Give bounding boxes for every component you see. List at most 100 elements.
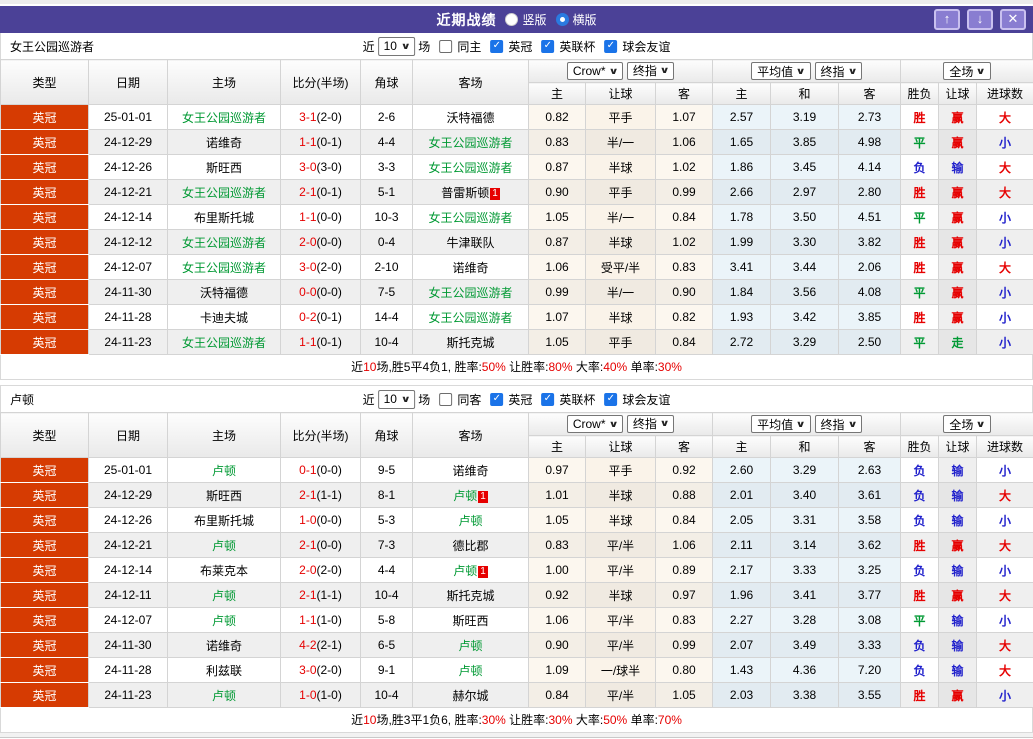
result-handicap-header: 让球 — [938, 435, 978, 458]
avg-home-odds-cell: 2.57 — [712, 104, 771, 130]
avg-away-odds-cell: 4.51 — [837, 204, 902, 230]
match-count-select[interactable]: 10 ∨ — [377, 36, 416, 56]
avg-away-odds-cell: 3.62 — [837, 532, 902, 558]
league-eflcup-checkbox[interactable]: ✓ — [541, 39, 555, 53]
avg-select[interactable]: 平均值 ∨ — [751, 62, 811, 80]
away-team-link[interactable]: 卢顿 — [458, 664, 482, 678]
home-team-link[interactable]: 女王公园巡游者 — [182, 236, 266, 250]
away-team-link[interactable]: 卢顿 — [453, 564, 477, 578]
away-team-link[interactable]: 普雷斯顿 — [441, 186, 489, 200]
home-team-link[interactable]: 女王公园巡游者 — [182, 336, 266, 350]
red-card-badge: 1 — [478, 565, 488, 578]
result-handicap-cell: 赢 — [938, 254, 978, 280]
fulltime-select[interactable]: 全场 ∨ — [943, 62, 991, 80]
same-away-checkbox[interactable]: ✓ — [439, 392, 453, 406]
same-home-checkbox[interactable]: ✓ — [439, 39, 453, 53]
crow-away-odds-cell: 0.97 — [655, 582, 713, 608]
bottom-strip — [0, 733, 1033, 737]
away-team-link[interactable]: 斯旺西 — [452, 614, 488, 628]
crow-handicap-cell: 受平/半 — [585, 254, 656, 280]
matches-label: 场 — [418, 392, 431, 407]
home-team-link[interactable]: 布莱克本 — [200, 564, 248, 578]
crow-company-select[interactable]: Crow* ∨ — [566, 415, 623, 434]
home-team-link[interactable]: 沃特福德 — [200, 286, 248, 300]
result-winlose-cell: 胜 — [900, 179, 940, 205]
avg-index-select[interactable]: 终指 ∨ — [814, 415, 862, 433]
away-team-link[interactable]: 卢顿 — [458, 639, 482, 653]
move-up-button[interactable]: ↑ — [934, 9, 960, 30]
home-team-link[interactable]: 布里斯托城 — [194, 211, 254, 225]
away-team-cell: 卢顿 1 — [412, 482, 529, 508]
home-team-link[interactable]: 卡迪夫城 — [200, 311, 248, 325]
home-team-link[interactable]: 斯旺西 — [206, 489, 242, 503]
away-team-link[interactable]: 女王公园巡游者 — [428, 136, 512, 150]
close-button[interactable]: ✕ — [1000, 9, 1026, 30]
league-championship-checkbox[interactable]: ✓ — [490, 392, 504, 406]
away-team-link[interactable]: 女王公园巡游者 — [428, 161, 512, 175]
avg-index-select[interactable]: 终指 ∨ — [814, 62, 862, 80]
summary-text: 50% — [481, 360, 506, 374]
home-team-link[interactable]: 女王公园巡游者 — [182, 186, 266, 200]
home-team-link[interactable]: 布里斯托城 — [194, 514, 254, 528]
halftime-score: (2-0) — [316, 110, 342, 124]
home-team-cell: 卢顿 — [167, 607, 281, 633]
result-winlose-cell: 平 — [900, 329, 940, 355]
avg-away-odds-cell: 3.82 — [837, 229, 902, 255]
fulltime-score: 1-1 — [299, 135, 317, 149]
crow-index-select[interactable]: 终指 ∨ — [626, 414, 675, 433]
radio-icon[interactable] — [505, 13, 519, 26]
away-team-link[interactable]: 诺维奇 — [452, 261, 488, 275]
league-friendly-checkbox[interactable]: ✓ — [604, 392, 618, 406]
match-count-select[interactable]: 10 ∨ — [377, 389, 416, 409]
home-team-link[interactable]: 利兹联 — [206, 664, 242, 678]
league-championship-checkbox[interactable]: ✓ — [490, 39, 504, 53]
section-qpr: 女王公园巡游者 近 10 ∨ 场 ✓ 同主 ✓ 英冠 ✓ 英联杯 ✓ 球会友谊 — [0, 33, 1033, 380]
away-team-link[interactable]: 女王公园巡游者 — [428, 211, 512, 225]
score-cell: 2-0(0-0) — [280, 229, 361, 255]
layout-horizontal-radio[interactable]: 横版 — [555, 11, 597, 28]
halftime-score: (1-1) — [316, 488, 342, 502]
result-handicap-cell: 输 — [938, 557, 978, 583]
home-team-link[interactable]: 卢顿 — [212, 614, 236, 628]
away-team-cell: 卢顿 — [412, 657, 529, 683]
filter-controls: 近 10 ∨ 场 ✓ 同客 ✓ 英冠 ✓ 英联杯 ✓ 球会友谊 — [363, 389, 670, 409]
home-team-link[interactable]: 女王公园巡游者 — [182, 111, 266, 125]
home-team-link[interactable]: 女王公园巡游者 — [182, 261, 266, 275]
layout-vertical-radio[interactable]: 竖版 — [505, 11, 547, 28]
away-team-link[interactable]: 卢顿 — [458, 514, 482, 528]
avg-select[interactable]: 平均值 ∨ — [751, 415, 811, 433]
avg-away-odds-cell: 2.50 — [837, 329, 902, 355]
away-team-link[interactable]: 沃特福德 — [446, 111, 494, 125]
away-team-link[interactable]: 斯托克城 — [446, 336, 494, 350]
crow-index-select[interactable]: 终指 ∨ — [626, 61, 675, 80]
away-team-link[interactable]: 女王公园巡游者 — [428, 286, 512, 300]
home-team-link[interactable]: 诺维奇 — [206, 639, 242, 653]
crow-company-select[interactable]: Crow* ∨ — [566, 62, 623, 81]
corner-cell: 5-3 — [360, 507, 413, 533]
crow-handicap-header: 让球 — [585, 82, 656, 105]
home-team-link[interactable]: 卢顿 — [212, 589, 236, 603]
crow-away-odds-cell: 0.89 — [655, 557, 713, 583]
away-team-link[interactable]: 卢顿 — [453, 489, 477, 503]
result-goals-cell: 大 — [976, 532, 1033, 558]
move-down-button[interactable]: ↓ — [967, 9, 993, 30]
away-team-link[interactable]: 女王公园巡游者 — [428, 311, 512, 325]
home-team-link[interactable]: 卢顿 — [212, 689, 236, 703]
home-team-link[interactable]: 卢顿 — [212, 464, 236, 478]
away-team-link[interactable]: 牛津联队 — [446, 236, 494, 250]
halftime-score: (2-0) — [316, 563, 342, 577]
avg-away-odds-cell: 7.20 — [837, 657, 902, 683]
result-group-header: 全场 ∨ — [900, 59, 1033, 83]
crow-home-odds-cell: 0.84 — [528, 682, 586, 708]
home-team-link[interactable]: 斯旺西 — [206, 161, 242, 175]
away-team-link[interactable]: 德比郡 — [452, 539, 488, 553]
home-team-link[interactable]: 诺维奇 — [206, 136, 242, 150]
away-team-link[interactable]: 斯托克城 — [446, 589, 494, 603]
fulltime-select[interactable]: 全场 ∨ — [943, 415, 991, 433]
away-team-link[interactable]: 诺维奇 — [452, 464, 488, 478]
home-team-link[interactable]: 卢顿 — [212, 539, 236, 553]
league-eflcup-checkbox[interactable]: ✓ — [541, 392, 555, 406]
away-team-link[interactable]: 赫尔城 — [452, 689, 488, 703]
league-friendly-checkbox[interactable]: ✓ — [604, 39, 618, 53]
radio-icon[interactable] — [555, 13, 569, 26]
